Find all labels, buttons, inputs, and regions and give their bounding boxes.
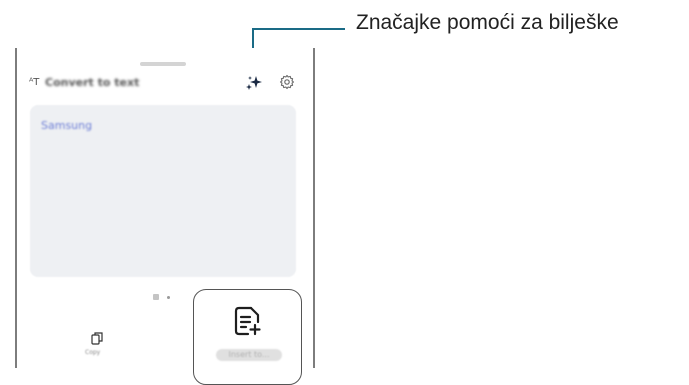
gear-icon [279, 74, 295, 90]
panel-header: ᴬT Convert to text [17, 74, 313, 92]
copy-label: Copy [85, 349, 101, 356]
page-dot-active [153, 294, 159, 300]
panel-title: Convert to text [45, 76, 140, 89]
insert-to-button[interactable]: Insert to... [193, 289, 302, 385]
page-dot [167, 296, 170, 299]
sparkle-assist-icon [246, 76, 262, 90]
callout-label: Značajke pomoći za bilješke [356, 11, 619, 34]
note-add-icon [234, 306, 261, 336]
note-assist-button[interactable] [244, 73, 264, 93]
converted-text-card[interactable]: Samsung [30, 105, 296, 277]
handwriting-to-text-icon: ᴬT [29, 77, 40, 88]
convert-panel: ᴬT Convert to text Samsung Copy Insert t… [15, 48, 315, 385]
insert-to-label: Insert to... [216, 349, 282, 361]
settings-button[interactable] [279, 74, 295, 90]
copy-icon [91, 332, 103, 345]
copy-button[interactable]: Copy [72, 328, 122, 364]
converted-text: Samsung [41, 119, 93, 132]
drag-handle[interactable] [140, 62, 186, 66]
